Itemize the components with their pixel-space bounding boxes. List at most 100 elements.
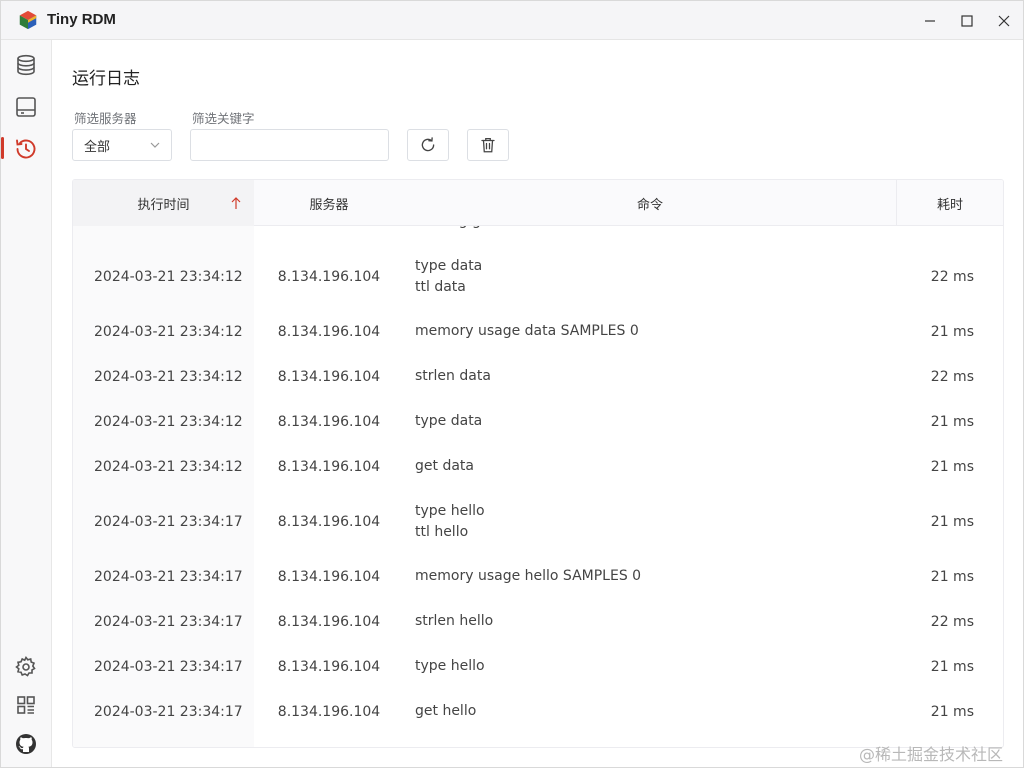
- cell-command: type data ttl data: [415, 244, 482, 309]
- table-header: 执行时间 服务器 命令 耗时: [73, 180, 1003, 226]
- cell-time: 2024-03-21 23:34:17: [94, 513, 243, 530]
- app-window: Tiny RDM 运行日志 筛选服务器 筛选关键字 全部 执行时间 服务器 命令…: [0, 0, 1024, 768]
- drive-icon: [16, 97, 36, 117]
- cell-time: 2024-03-21 23:34:17: [94, 703, 243, 720]
- command-line: type hello: [415, 658, 485, 674]
- cell-server: 8.134.196.104: [277, 268, 381, 285]
- cell-cost: 21 ms: [930, 568, 974, 585]
- command-line: type data: [415, 413, 483, 429]
- close-icon: [998, 15, 1010, 26]
- history-icon: [16, 139, 36, 159]
- cell-time: 2024-03-21 23:33:53: [94, 226, 243, 244]
- cell-server: 8.134.196.104: [277, 368, 381, 385]
- app-title: Tiny RDM: [47, 11, 116, 28]
- nav-settings[interactable]: [1, 647, 51, 687]
- table-row[interactable]: 2024-03-21 23:34:17 8.134.196.104 strlen h…: [73, 599, 1003, 644]
- cell-server: 8.134.196.104: [277, 413, 381, 430]
- log-table: 执行时间 服务器 命令 耗时 2024-03-21 23:33:53 8.134.…: [72, 179, 1004, 748]
- cell-server: 8.134.196.104: [277, 323, 381, 340]
- clear-log-button[interactable]: [467, 129, 509, 161]
- minimize-icon: [925, 19, 935, 22]
- cell-server: 8.134.196.104: [277, 658, 381, 675]
- refresh-icon: [421, 137, 435, 152]
- column-header-time-label: 执行时间: [137, 197, 190, 213]
- nav-drive[interactable]: [1, 87, 51, 127]
- gear-icon: [15, 655, 36, 677]
- column-header-command[interactable]: 命令: [404, 180, 897, 226]
- cell-command: slowlog get 20: [415, 226, 517, 244]
- keyword-filter-input[interactable]: [190, 129, 389, 161]
- nav-log[interactable]: [1, 129, 51, 169]
- cell-cost: 21 ms: [930, 703, 974, 720]
- active-indicator: [1, 137, 4, 159]
- server-filter-select[interactable]: 全部: [72, 129, 172, 161]
- maximize-button[interactable]: [948, 1, 986, 40]
- cell-cost: 22 ms: [930, 368, 974, 385]
- command-line: memory usage data SAMPLES 0: [415, 323, 639, 339]
- command-line: strlen hello: [415, 613, 494, 629]
- table-row[interactable]: 2024-03-21 23:34:12 8.134.196.104 get data…: [73, 444, 1003, 489]
- table-row[interactable]: 2024-03-21 23:34:12 8.134.196.104 memory u…: [73, 309, 1003, 354]
- cell-cost: 21 ms: [930, 458, 974, 475]
- cell-command: memory usage hello SAMPLES 0: [415, 554, 641, 599]
- cell-server: 8.134.196.104: [277, 513, 381, 530]
- nav-github[interactable]: [1, 724, 51, 764]
- table-row[interactable]: 2024-03-21 23:34:12 8.134.196.104 type dat…: [73, 244, 1003, 309]
- watermark: @稀土掘金技术社区: [859, 745, 1004, 764]
- server-filter-value: 全部: [84, 139, 111, 155]
- cell-cost: 21 ms: [930, 513, 974, 530]
- column-header-time[interactable]: 执行时间: [73, 180, 254, 226]
- cell-cost: 21 ms: [930, 323, 974, 340]
- column-header-server[interactable]: 服务器: [254, 180, 404, 226]
- database-icon: [17, 54, 35, 76]
- cell-cost: 22 ms: [930, 268, 974, 285]
- close-button[interactable]: [985, 1, 1023, 40]
- trash-icon: [481, 137, 495, 153]
- cell-time: 2024-03-21 23:34:17: [94, 658, 243, 675]
- table-row[interactable]: 2024-03-21 23:34:12 8.134.196.104 type dat…: [73, 399, 1003, 444]
- cell-time: 2024-03-21 23:34:12: [94, 413, 243, 430]
- cell-command: strlen data: [415, 354, 491, 399]
- column-header-cost[interactable]: 耗时: [897, 180, 1003, 226]
- command-line: get data: [415, 458, 474, 474]
- cell-command: type hello: [415, 644, 485, 689]
- cell-command: strlen hello: [415, 599, 493, 644]
- chevron-down-icon: [150, 142, 160, 148]
- table-body: 2024-03-21 23:33:53 8.134.196.104 slowlog …: [73, 226, 1003, 747]
- nav-database[interactable]: [1, 45, 51, 85]
- cell-server: 8.134.196.104: [254, 226, 404, 244]
- table-row[interactable]: 2024-03-21 23:34:17 8.134.196.104 get hell…: [73, 689, 1003, 734]
- cell-cost: 31 ms: [897, 226, 974, 244]
- grid-icon: [17, 696, 35, 714]
- cell-server: 8.134.196.104: [277, 613, 381, 630]
- minimize-button[interactable]: [911, 1, 949, 40]
- cell-command: type hello ttl hello: [415, 489, 485, 554]
- table-row[interactable]: 2024-03-21 23:34:12 8.134.196.104 strlen d…: [73, 354, 1003, 399]
- cell-time: 2024-03-21 23:34:12: [94, 368, 243, 385]
- server-filter-label: 筛选服务器: [74, 111, 137, 126]
- title-bar: Tiny RDM: [1, 1, 1023, 40]
- refresh-button[interactable]: [407, 129, 449, 161]
- cell-server: 8.134.196.104: [277, 568, 381, 585]
- cell-server: 8.134.196.104: [277, 458, 381, 475]
- command-line: type hello: [415, 502, 485, 519]
- maximize-icon: [961, 14, 973, 27]
- app-logo-icon: [19, 10, 37, 30]
- table-row[interactable]: 2024-03-21 23:34:17 8.134.196.104 memory u…: [73, 554, 1003, 599]
- command-line: get hello: [415, 703, 477, 719]
- cell-time: 2024-03-21 23:34:17: [94, 568, 243, 585]
- command-line: slowlog get 20: [415, 226, 517, 232]
- command-line: ttl data: [415, 278, 466, 295]
- table-row[interactable]: 2024-03-21 23:33:53 8.134.196.104 slowlog …: [73, 226, 1003, 244]
- page-title: 运行日志: [72, 69, 140, 89]
- nav-apps[interactable]: [1, 685, 51, 725]
- keyword-filter-label: 筛选关键字: [192, 111, 255, 126]
- cell-command: memory usage data SAMPLES 0: [415, 309, 639, 354]
- sort-ascending-icon[interactable]: [230, 196, 242, 210]
- cell-time: 2024-03-21 23:34:17: [94, 613, 243, 630]
- cell-cost: 21 ms: [930, 413, 974, 430]
- cell-command: get hello: [415, 689, 476, 734]
- table-row[interactable]: 2024-03-21 23:34:17 8.134.196.104 type hel…: [73, 489, 1003, 554]
- cell-cost: 22 ms: [930, 613, 974, 630]
- table-row[interactable]: 2024-03-21 23:34:17 8.134.196.104 type hel…: [73, 644, 1003, 689]
